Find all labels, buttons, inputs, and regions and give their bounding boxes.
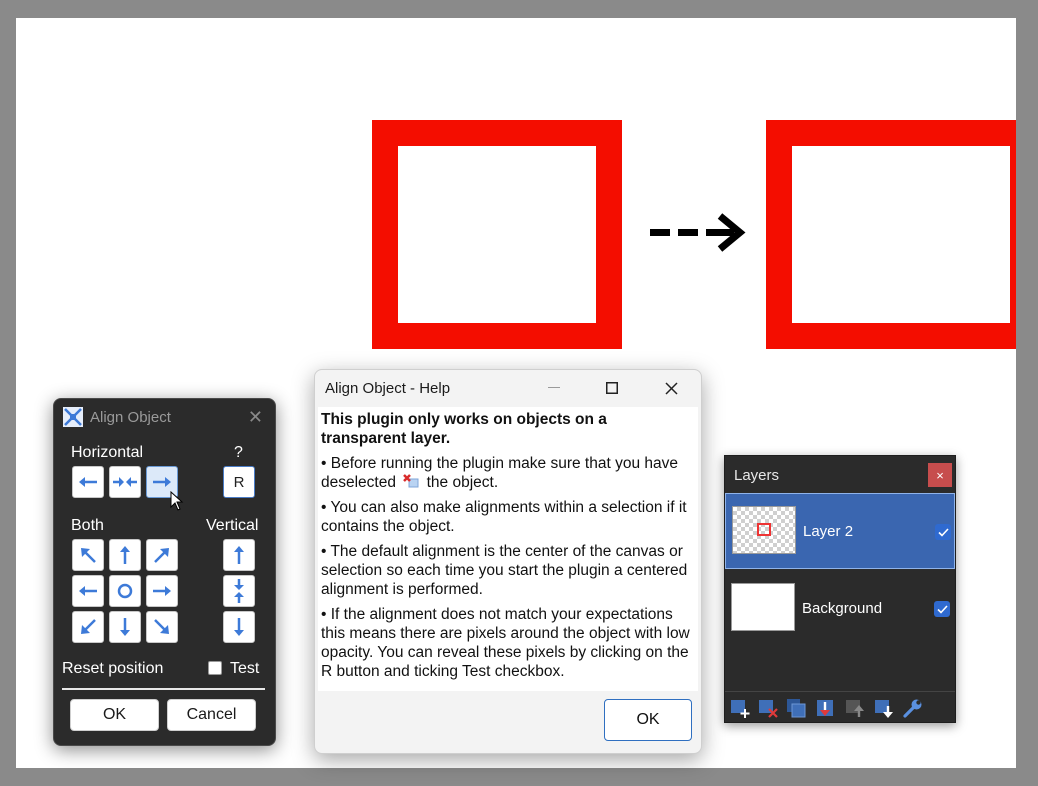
layer-thumbnail xyxy=(731,583,795,631)
divider xyxy=(62,688,265,690)
red-square-before xyxy=(372,120,622,349)
vertical-label: Vertical xyxy=(206,517,259,534)
deselect-icon xyxy=(403,474,419,488)
duplicate-layer-icon[interactable] xyxy=(785,697,807,719)
help-text-area: This plugin only works on objects on a t… xyxy=(318,407,698,691)
arrow-down-left-icon xyxy=(81,619,96,634)
layer-thumbnail xyxy=(732,506,796,554)
test-checkbox[interactable] xyxy=(208,661,222,675)
layer-visibility-checkbox[interactable] xyxy=(934,601,950,617)
arrows-inward-vertical-icon xyxy=(234,579,244,603)
align-bottom-button[interactable] xyxy=(223,611,255,643)
help-paragraph-default: • The default alignment is the center of… xyxy=(321,543,688,598)
help-heading: This plugin only works on objects on a t… xyxy=(321,411,607,447)
align-middle-right-button[interactable] xyxy=(146,575,178,607)
align-center-horizontal-button[interactable] xyxy=(109,466,141,498)
minimize-icon[interactable] xyxy=(539,376,569,400)
help-dialog: Align Object - Help This plugin only wor… xyxy=(314,369,702,754)
test-label: Test xyxy=(230,660,260,677)
cancel-button[interactable]: Cancel xyxy=(167,699,256,731)
arrow-down-icon xyxy=(120,618,130,636)
arrows-inward-icon xyxy=(113,477,137,487)
align-center-button[interactable] xyxy=(109,575,141,607)
align-top-left-button[interactable] xyxy=(72,539,104,571)
help-question-label: ? xyxy=(234,444,243,461)
align-top-right-button[interactable] xyxy=(146,539,178,571)
arrow-up-icon xyxy=(234,546,244,564)
align-bottom-center-button[interactable] xyxy=(109,611,141,643)
reveal-r-button[interactable]: R xyxy=(223,466,255,498)
layers-toolbar-divider xyxy=(725,691,955,692)
layer-name: Layer 2 xyxy=(803,523,854,540)
close-icon[interactable]: ✕ xyxy=(248,407,263,428)
both-label: Both xyxy=(71,517,104,534)
ok-button[interactable]: OK xyxy=(70,699,159,731)
dashed-arrow-graphic xyxy=(650,213,746,252)
help-ok-button[interactable]: OK xyxy=(604,699,692,741)
checkmark-icon xyxy=(937,527,949,537)
align-top-button[interactable] xyxy=(223,539,255,571)
layer-row-layer-2[interactable]: Layer 2 xyxy=(725,493,955,569)
help-paragraph-selection: • You can also make alignments within a … xyxy=(321,499,687,535)
arrow-up-right-icon xyxy=(154,548,169,563)
layers-panel: Layers × Layer 2 Background xyxy=(724,455,956,723)
arrow-down-right-icon xyxy=(154,619,169,634)
align-bottom-left-button[interactable] xyxy=(72,611,104,643)
move-layer-up-icon[interactable] xyxy=(844,697,866,719)
arrow-right-icon xyxy=(153,477,171,487)
reset-position-label[interactable]: Reset position xyxy=(62,660,163,678)
close-icon[interactable]: × xyxy=(928,463,952,487)
help-paragraph-deselect: • Before running the plugin make sure th… xyxy=(321,455,678,491)
merge-layer-down-icon[interactable] xyxy=(815,697,837,719)
arrow-right-icon xyxy=(153,586,171,596)
maximize-icon[interactable] xyxy=(597,376,627,400)
align-window-titlebar[interactable]: Align Object ✕ xyxy=(54,399,275,435)
circle-icon xyxy=(117,583,133,599)
mouse-cursor-icon xyxy=(170,491,184,511)
arrow-up-icon xyxy=(120,546,130,564)
help-paragraph-opacity: • If the alignment does not match your e… xyxy=(321,606,690,680)
arrow-left-icon xyxy=(79,586,97,596)
align-object-window: Align Object ✕ Horizontal ? R Both Verti… xyxy=(53,398,276,746)
arrow-left-icon xyxy=(79,477,97,487)
layer-name: Background xyxy=(802,600,883,617)
checkmark-icon xyxy=(936,604,948,614)
red-square-after xyxy=(766,120,1016,349)
align-left-button[interactable] xyxy=(72,466,104,498)
close-icon[interactable] xyxy=(656,376,686,400)
layer-row-background[interactable]: Background xyxy=(725,571,955,647)
align-app-icon xyxy=(63,407,83,427)
help-dialog-title: Align Object - Help xyxy=(325,380,451,397)
arrow-up-left-icon xyxy=(81,548,96,563)
layer-properties-wrench-icon[interactable] xyxy=(902,697,924,719)
delete-layer-icon[interactable] xyxy=(757,697,779,719)
add-layer-icon[interactable] xyxy=(729,697,751,719)
arrow-down-icon xyxy=(234,618,244,636)
horizontal-label: Horizontal xyxy=(71,444,144,461)
align-top-center-button[interactable] xyxy=(109,539,141,571)
layers-title: Layers xyxy=(734,467,780,484)
align-bottom-right-button[interactable] xyxy=(146,611,178,643)
align-window-title: Align Object xyxy=(90,409,171,426)
layer-visibility-checkbox[interactable] xyxy=(935,524,951,540)
move-layer-down-icon[interactable] xyxy=(873,697,895,719)
align-middle-left-button[interactable] xyxy=(72,575,104,607)
align-center-vertical-button[interactable] xyxy=(223,575,255,607)
